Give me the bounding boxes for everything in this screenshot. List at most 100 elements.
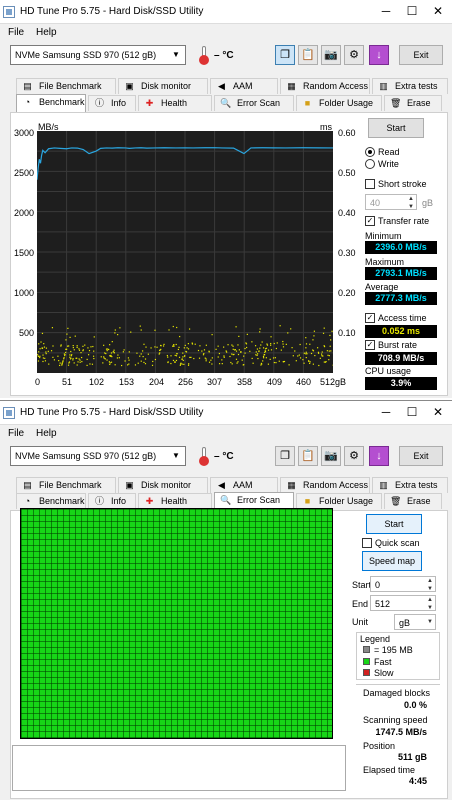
access-time-point [42,357,44,359]
access-time-point [78,348,80,350]
read-label: Read [378,147,400,157]
start-field-label: Start [352,580,372,590]
download-button[interactable]: ↓ [369,45,389,65]
access-time-point [68,361,71,363]
exit-button[interactable]: Exit [399,446,443,466]
copy-text-button[interactable]: ❐ [275,45,295,65]
tab-extra-tests[interactable]: ▥ Extra tests [372,477,448,493]
y2-tick: 0.60 [338,128,356,138]
elapsed-time-label: Elapsed time [363,765,416,775]
access-time-point [39,348,41,350]
legend-fast-label: Fast [374,657,392,667]
maximize-button[interactable]: ☐ [402,404,422,420]
access-time-point [82,350,84,352]
tab-info[interactable]: ⓘ Info [88,493,136,509]
short-stroke-checkbox[interactable] [365,179,375,189]
access-time-point [108,348,110,351]
start-button[interactable]: Start [368,118,424,138]
access-time-point [263,357,265,359]
exit-button[interactable]: Exit [399,45,443,65]
maximize-button[interactable]: ☐ [402,3,422,19]
drive-select[interactable]: NVMe Samsung SSD 970 (512 gB) ▼ [10,45,186,65]
access-time-point [65,339,67,341]
copy-info-button[interactable]: 📋 [298,446,318,466]
speed-map-button[interactable]: Speed map [362,551,422,571]
download-button[interactable]: ↓ [369,446,389,466]
access-time-checkbox[interactable]: ✓ [365,313,375,323]
tab-disk-monitor[interactable]: ▣ Disk monitor [118,78,208,94]
extra-tests-icon: ▥ [379,480,388,490]
tab-health[interactable]: ✚ Health [138,493,212,509]
access-time-point [59,364,61,367]
access-time-point [240,350,242,353]
drive-select[interactable]: NVMe Samsung SSD 970 (512 gB) ▼ [10,446,186,466]
tab-benchmark[interactable]: ◔ Benchmark [16,493,86,509]
access-time-point [126,364,129,366]
access-time-point [160,348,162,351]
minimize-button[interactable]: ─ [376,3,396,19]
spinner-arrows-icon[interactable]: ▲ ▼ [425,577,435,592]
access-time-point [243,355,245,357]
access-time-point [232,348,234,350]
menu-help[interactable]: Help [36,27,57,38]
tab-benchmark[interactable]: ◔ Benchmark [16,94,86,112]
scan-log[interactable] [12,745,346,791]
access-time-point [63,357,65,359]
access-time-point [179,364,181,366]
options-button[interactable]: ⚙ [344,45,364,65]
tab-file-benchmark[interactable]: ▤ File Benchmark [16,477,116,493]
tab-aam[interactable]: ◀ AAM [210,477,278,493]
copy-text-button[interactable]: ❐ [275,446,295,466]
short-stroke-input[interactable]: 40 ▲ ▼ [365,194,417,210]
tab-random-access[interactable]: ▦ Random Access [280,477,370,493]
tab-folder-usage[interactable]: ■ Folder Usage [296,493,382,509]
menu-file[interactable]: File [8,428,24,439]
end-field[interactable]: 512 ▲ ▼ [370,595,436,611]
tab-aam[interactable]: ◀ AAM [210,78,278,94]
tab-info[interactable]: ⓘ Info [88,95,136,111]
access-time-point [313,335,315,337]
access-time-point [79,361,81,363]
copy-info-button[interactable]: 📋 [298,45,318,65]
access-time-point [68,345,70,347]
access-time-point [323,345,326,348]
screenshot-button[interactable]: 📷 [321,45,341,65]
tab-health[interactable]: ✚ Health [138,95,212,111]
menu-file[interactable]: File [8,27,24,38]
start-field[interactable]: 0 ▲ ▼ [370,576,436,592]
tab-extra-tests[interactable]: ▥ Extra tests [372,78,448,94]
y-tick: 500 [18,328,34,338]
access-time-point [262,347,265,349]
access-time-point [208,351,210,353]
menu-help[interactable]: Help [36,428,57,439]
tab-error-scan[interactable]: 🔍 Error Scan [214,95,294,111]
burst-rate-checkbox[interactable]: ✓ [365,340,375,350]
screenshot-button[interactable]: 📷 [321,446,341,466]
error-scan-start-button[interactable]: Start [366,514,422,534]
unit-select[interactable]: gB ▼ [394,614,436,630]
spinner-arrows-icon[interactable]: ▲ ▼ [406,195,416,210]
access-time-point [190,356,192,358]
write-radio[interactable] [365,159,375,169]
tab-disk-monitor[interactable]: ▣ Disk monitor [118,477,208,493]
close-button[interactable]: ✕ [428,404,448,420]
toolbar: NVMe Samsung SSD 970 (512 gB) ▼ – °C ❐ 📋… [0,42,452,70]
access-time-point [251,341,253,343]
access-time-point [237,344,239,346]
tab-folder-usage[interactable]: ■ Folder Usage [296,95,382,111]
close-button[interactable]: ✕ [428,3,448,19]
transfer-rate-checkbox[interactable]: ✓ [365,216,375,226]
quick-scan-checkbox[interactable] [362,538,372,548]
access-time-point [44,360,47,362]
tab-file-benchmark[interactable]: ▤ File Benchmark [16,78,116,94]
read-radio[interactable] [365,147,375,157]
options-button[interactable]: ⚙ [344,446,364,466]
spinner-arrows-icon[interactable]: ▲ ▼ [425,596,435,611]
minimize-button[interactable]: ─ [376,404,396,420]
tab-random-access[interactable]: ▦ Random Access [280,78,370,94]
access-time-point [312,339,314,341]
tab-erase[interactable]: 🗑 Erase [384,493,442,509]
access-time-point [184,344,186,347]
access-time-point [76,345,78,347]
tab-erase[interactable]: 🗑 Erase [384,95,442,111]
